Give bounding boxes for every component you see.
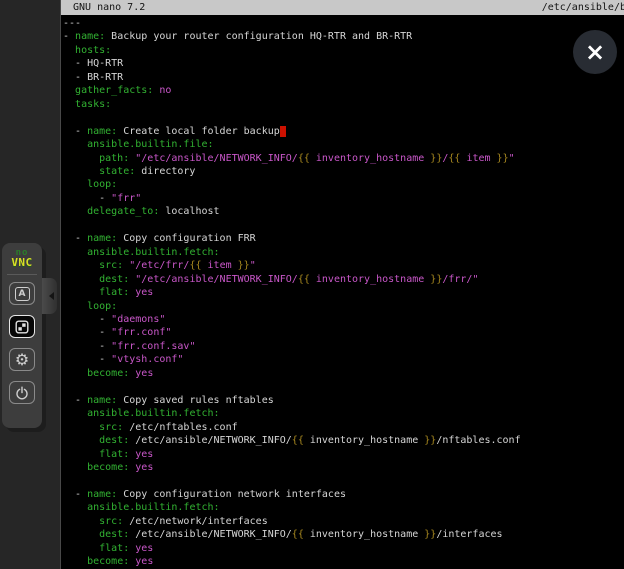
terminal-line: state: directory bbox=[63, 165, 624, 178]
nano-titlebar: GNU nano 7.2 /etc/ansible/b bbox=[61, 0, 624, 15]
panel-divider bbox=[7, 274, 37, 275]
text-cursor bbox=[280, 126, 286, 137]
terminal-line: loop: bbox=[63, 178, 624, 191]
keyboard-button[interactable]: A bbox=[9, 282, 35, 305]
novnc-logo: no VNC bbox=[11, 249, 32, 267]
terminal-line: - name: Create local folder backup bbox=[63, 125, 624, 138]
terminal-line: become: yes bbox=[63, 555, 624, 568]
terminal-line: - "frr.conf" bbox=[63, 326, 624, 339]
terminal-line: - name: Copy configuration FRR bbox=[63, 232, 624, 245]
terminal-line: dest: "/etc/ansible/NETWORK_INFO/{{ inve… bbox=[63, 273, 624, 286]
keyboard-icon: A bbox=[15, 287, 30, 301]
terminal-line bbox=[63, 111, 624, 124]
terminal-line: become: yes bbox=[63, 367, 624, 380]
terminal-line: - "daemons" bbox=[63, 313, 624, 326]
nano-file-path: /etc/ansible/b bbox=[542, 0, 624, 15]
terminal-line: ansible.builtin.fetch: bbox=[63, 407, 624, 420]
terminal-line: src: "/etc/frr/{{ item }}" bbox=[63, 259, 624, 272]
terminal-window: GNU nano 7.2 /etc/ansible/b ---- name: B… bbox=[60, 0, 624, 569]
terminal-line: delegate_to: localhost bbox=[63, 205, 624, 218]
terminal-line: flat: yes bbox=[63, 448, 624, 461]
terminal-line: - name: Backup your router configuration… bbox=[63, 30, 624, 43]
terminal-line: flat: yes bbox=[63, 286, 624, 299]
panel-collapse-handle[interactable] bbox=[42, 278, 57, 314]
terminal-line: - BR-RTR bbox=[63, 71, 624, 84]
fullscreen-button[interactable] bbox=[9, 315, 35, 338]
terminal-line: - "frr.conf.sav" bbox=[63, 340, 624, 353]
terminal-line: path: "/etc/ansible/NETWORK_INFO/{{ inve… bbox=[63, 152, 624, 165]
terminal-line: dest: /etc/ansible/NETWORK_INFO/{{ inven… bbox=[63, 434, 624, 447]
close-icon: × bbox=[585, 38, 605, 66]
novnc-control-panel: no VNC A ⚙ bbox=[2, 243, 42, 428]
terminal-line: dest: /etc/ansible/NETWORK_INFO/{{ inven… bbox=[63, 528, 624, 541]
terminal-line: - "vtysh.conf" bbox=[63, 353, 624, 366]
terminal-line: - "frr" bbox=[63, 192, 624, 205]
terminal-line: become: yes bbox=[63, 461, 624, 474]
terminal-line: - name: Copy saved rules nftables bbox=[63, 394, 624, 407]
terminal-line: ansible.builtin.fetch: bbox=[63, 246, 624, 259]
terminal-line: ansible.builtin.file: bbox=[63, 138, 624, 151]
settings-button[interactable]: ⚙ bbox=[9, 348, 35, 371]
terminal-line bbox=[63, 474, 624, 487]
power-icon bbox=[15, 386, 29, 400]
terminal-line: flat: yes bbox=[63, 542, 624, 555]
novnc-logo-bottom: VNC bbox=[11, 258, 32, 267]
fullscreen-icon bbox=[15, 320, 29, 334]
nano-app-title: GNU nano 7.2 bbox=[73, 0, 145, 15]
terminal-line: ansible.builtin.fetch: bbox=[63, 501, 624, 514]
gear-icon: ⚙ bbox=[15, 352, 29, 368]
terminal-line: - HQ-RTR bbox=[63, 57, 624, 70]
power-button[interactable] bbox=[9, 381, 35, 404]
terminal-line: hosts: bbox=[63, 44, 624, 57]
terminal-line: gather_facts: no bbox=[63, 84, 624, 97]
terminal-line: --- bbox=[63, 17, 624, 30]
terminal-line: loop: bbox=[63, 300, 624, 313]
nano-editor-content[interactable]: ---- name: Backup your router configurat… bbox=[61, 15, 624, 569]
terminal-line bbox=[63, 219, 624, 232]
terminal-line: tasks: bbox=[63, 98, 624, 111]
terminal-line: src: /etc/nftables.conf bbox=[63, 421, 624, 434]
chevron-left-icon bbox=[49, 292, 54, 300]
terminal-line: src: /etc/network/interfaces bbox=[63, 515, 624, 528]
terminal-line bbox=[63, 380, 624, 393]
close-button[interactable]: × bbox=[573, 30, 617, 74]
terminal-line: - name: Copy configuration network inter… bbox=[63, 488, 624, 501]
